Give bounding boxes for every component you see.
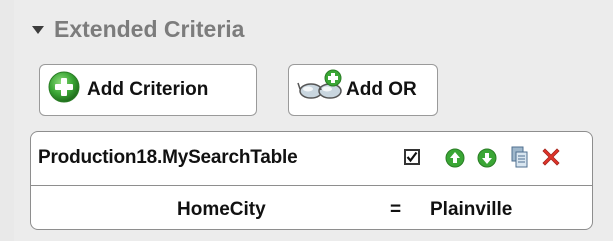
- criterion-value: Plainville: [430, 199, 513, 220]
- extended-criteria-header[interactable]: Extended Criteria: [32, 12, 244, 46]
- green-plus-icon: [47, 70, 81, 110]
- green-up-arrow-icon[interactable]: [445, 148, 465, 173]
- add-or-button[interactable]: Add OR: [288, 64, 438, 116]
- triangle-down-icon[interactable]: [32, 26, 44, 34]
- copy-icon[interactable]: [510, 145, 530, 174]
- section-title: Extended Criteria: [54, 15, 245, 42]
- criterion-operator: =: [390, 199, 402, 220]
- add-or-label: Add OR: [346, 79, 417, 100]
- criteria-panel: Extended Criteria Add Criterion Add OR P…: [14, 0, 613, 241]
- criterion-row[interactable]: HomeCity = Plainville: [31, 186, 592, 229]
- red-x-icon[interactable]: [540, 146, 562, 173]
- criterion-field: HomeCity: [177, 199, 266, 220]
- criterion-block: Production18.MySearchTable HomeCity = Pl…: [30, 131, 593, 230]
- add-criterion-label: Add Criterion: [87, 79, 209, 100]
- criterion-enabled-checkbox[interactable]: [404, 149, 420, 165]
- criterion-table-name: Production18.MySearchTable: [38, 147, 298, 168]
- criterion-header: Production18.MySearchTable: [31, 132, 592, 186]
- green-down-arrow-icon[interactable]: [477, 148, 497, 173]
- glasses-plus-icon: [297, 69, 345, 111]
- add-criterion-button[interactable]: Add Criterion: [39, 64, 257, 116]
